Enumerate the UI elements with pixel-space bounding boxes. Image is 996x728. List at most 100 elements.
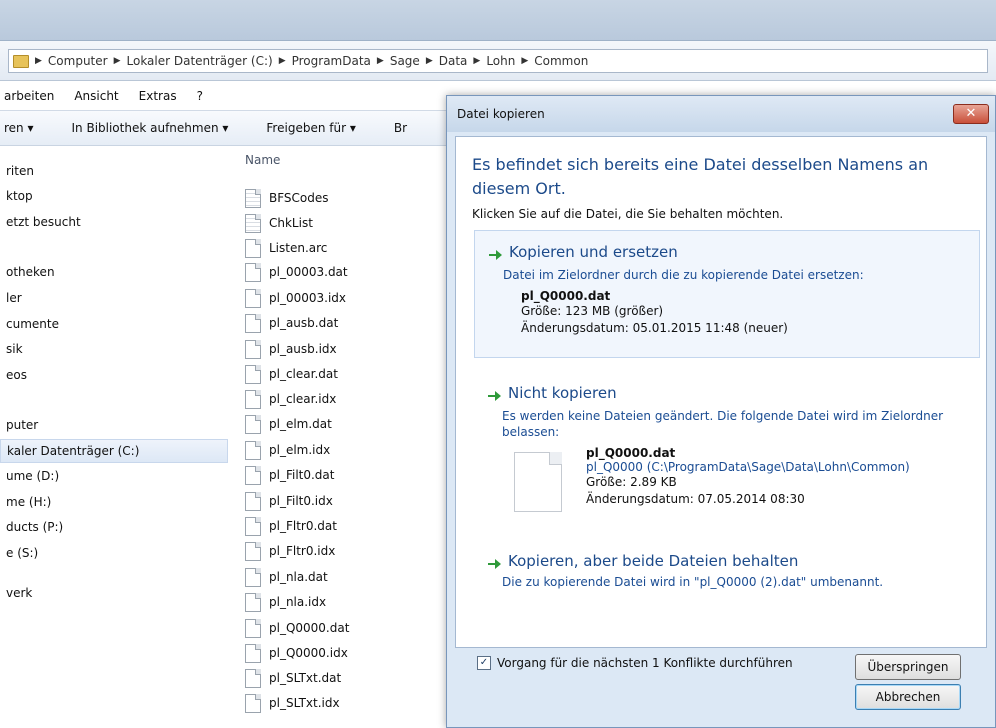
breadcrumb-item[interactable]: ▶ Sage xyxy=(377,54,420,68)
file-icon xyxy=(245,567,261,587)
file-item[interactable]: pl_nla.idx xyxy=(245,592,326,612)
nav-documents[interactable]: cumente xyxy=(6,313,59,335)
file-date: Änderungsdatum: 07.05.2014 08:30 xyxy=(586,492,805,506)
option-title: Kopieren, aber beide Dateien behalten xyxy=(508,552,799,570)
close-button[interactable]: ✕ xyxy=(953,104,989,124)
chevron-right-icon: ▶ xyxy=(376,56,384,66)
nav-drive-p[interactable]: ducts (P:) xyxy=(6,516,63,538)
file-item[interactable]: pl_elm.dat xyxy=(245,414,332,434)
nav-videos[interactable]: eos xyxy=(6,364,27,386)
option-description: Datei im Zielordner durch die zu kopiere… xyxy=(503,268,864,282)
file-icon xyxy=(245,313,261,333)
file-item[interactable]: pl_nla.dat xyxy=(245,567,328,587)
file-item[interactable]: pl_Filt0.idx xyxy=(245,491,333,511)
option-copy-replace[interactable]: Kopieren und ersetzen Datei im Zielordne… xyxy=(474,230,980,358)
dialog-footer: ✓ Vorgang für die nächsten 1 Konflikte d… xyxy=(455,646,987,722)
file-item[interactable]: pl_ausb.idx xyxy=(245,339,337,359)
nav-drive-d[interactable]: ume (D:) xyxy=(6,465,59,487)
nav-pictures[interactable]: ler xyxy=(6,287,22,309)
breadcrumb-item[interactable]: ▶ Computer xyxy=(35,54,108,68)
menu-item-bearbeiten[interactable]: arbeiten xyxy=(4,89,54,103)
option-keep-both[interactable]: Kopieren, aber beide Dateien behalten Di… xyxy=(474,540,978,600)
file-icon xyxy=(245,213,261,233)
menu-item-help[interactable]: ? xyxy=(197,89,203,103)
file-icon xyxy=(245,339,261,359)
file-icon xyxy=(245,491,261,511)
file-item[interactable]: pl_00003.dat xyxy=(245,262,348,282)
breadcrumb-item[interactable]: ▶ Lohn xyxy=(473,54,515,68)
file-name: pl_Q0000.dat xyxy=(586,446,676,460)
file-item[interactable]: pl_Q0000.idx xyxy=(245,643,348,663)
file-icon xyxy=(245,618,261,638)
file-item[interactable]: pl_SLTxt.dat xyxy=(245,668,341,688)
address-input[interactable]: ▶ Computer ▶ Lokaler Datenträger (C:) ▶ Pro… xyxy=(8,49,988,73)
chevron-right-icon: ▶ xyxy=(35,56,42,66)
nav-libraries[interactable]: otheken xyxy=(6,261,55,283)
window-top-strip xyxy=(0,0,996,40)
organize-button[interactable]: ren ▾ xyxy=(4,121,34,135)
nav-recent-places[interactable]: etzt besucht xyxy=(6,211,81,233)
file-icon xyxy=(245,389,261,409)
nav-music[interactable]: sik xyxy=(6,338,23,360)
green-arrow-icon xyxy=(488,559,501,569)
chevron-right-icon: ▶ xyxy=(473,56,481,66)
nav-network[interactable]: verk xyxy=(6,582,32,604)
column-header-name[interactable]: Name xyxy=(245,153,280,167)
file-size: Größe: 123 MB (größer) xyxy=(521,304,664,318)
file-item[interactable]: pl_clear.idx xyxy=(245,389,336,409)
file-icon xyxy=(245,668,261,688)
file-item[interactable]: pl_ausb.dat xyxy=(245,313,338,333)
nav-computer[interactable]: puter xyxy=(6,414,38,436)
file-item[interactable]: pl_Fltr0.dat xyxy=(245,516,337,536)
breadcrumb-item[interactable]: ▶ Data xyxy=(426,54,468,68)
file-icon xyxy=(245,414,261,434)
file-item[interactable]: pl_Filt0.dat xyxy=(245,465,334,485)
checkbox-checked-icon: ✓ xyxy=(477,656,491,670)
file-item[interactable]: pl_SLTxt.idx xyxy=(245,693,340,713)
breadcrumb-item[interactable]: ▶ Lokaler Datenträger (C:) xyxy=(114,54,273,68)
nav-drive-c[interactable]: kaler Datenträger (C:) xyxy=(0,439,228,463)
file-icon xyxy=(245,262,261,282)
file-item[interactable]: BFSCodes xyxy=(245,188,329,208)
dialog-content: Es befindet sich bereits eine Datei dess… xyxy=(455,136,987,648)
file-icon xyxy=(245,440,261,460)
file-icon xyxy=(245,541,261,561)
file-item[interactable]: pl_elm.idx xyxy=(245,440,330,460)
option-title: Kopieren und ersetzen xyxy=(509,243,678,261)
burn-button[interactable]: Br xyxy=(394,121,407,135)
file-icon xyxy=(245,288,261,308)
file-name: pl_Q0000.dat xyxy=(521,289,611,303)
conflict-headline: Es befindet sich bereits eine Datei dess… xyxy=(472,155,929,198)
chevron-right-icon: ▶ xyxy=(278,56,286,66)
option-title: Nicht kopieren xyxy=(508,384,617,402)
nav-drive-h[interactable]: me (H:) xyxy=(6,491,51,513)
chevron-right-icon: ▶ xyxy=(425,56,433,66)
menu-item-extras[interactable]: Extras xyxy=(139,89,177,103)
skip-button[interactable]: Überspringen xyxy=(855,654,961,680)
add-to-library-button[interactable]: In Bibliothek aufnehmen ▾ xyxy=(72,121,229,135)
share-with-button[interactable]: Freigeben für ▾ xyxy=(266,121,355,135)
nav-drive-s[interactable]: e (S:) xyxy=(6,542,38,564)
breadcrumb-item[interactable]: ▶ Common xyxy=(521,54,588,68)
file-item[interactable]: pl_clear.dat xyxy=(245,364,338,384)
menu-item-ansicht[interactable]: Ansicht xyxy=(74,89,118,103)
address-bar: ▶ Computer ▶ Lokaler Datenträger (C:) ▶ Pro… xyxy=(0,40,996,81)
nav-favorites[interactable]: riten xyxy=(6,160,34,182)
cancel-button[interactable]: Abbrechen xyxy=(855,684,961,710)
file-item[interactable]: pl_00003.idx xyxy=(245,288,346,308)
dialog-title-bar: Datei kopieren ✕ xyxy=(447,96,995,132)
file-item[interactable]: pl_Q0000.dat xyxy=(245,618,349,638)
copy-file-dialog: Datei kopieren ✕ Es befindet sich bereit… xyxy=(446,95,996,728)
file-thumbnail xyxy=(514,452,562,512)
file-icon xyxy=(245,364,261,384)
file-icon xyxy=(245,643,261,663)
nav-desktop[interactable]: ktop xyxy=(6,185,33,207)
breadcrumb-item[interactable]: ▶ ProgramData xyxy=(279,54,371,68)
file-item[interactable]: ChkList xyxy=(245,213,313,233)
file-item[interactable]: Listen.arc xyxy=(245,238,327,258)
file-date: Änderungsdatum: 05.01.2015 11:48 (neuer) xyxy=(521,321,788,335)
file-item[interactable]: pl_Fltr0.idx xyxy=(245,541,335,561)
close-icon: ✕ xyxy=(965,106,977,121)
apply-to-all-checkbox[interactable]: ✓ Vorgang für die nächsten 1 Konflikte d… xyxy=(477,656,793,670)
option-dont-copy[interactable]: Nicht kopieren Es werden keine Dateien g… xyxy=(474,372,978,522)
